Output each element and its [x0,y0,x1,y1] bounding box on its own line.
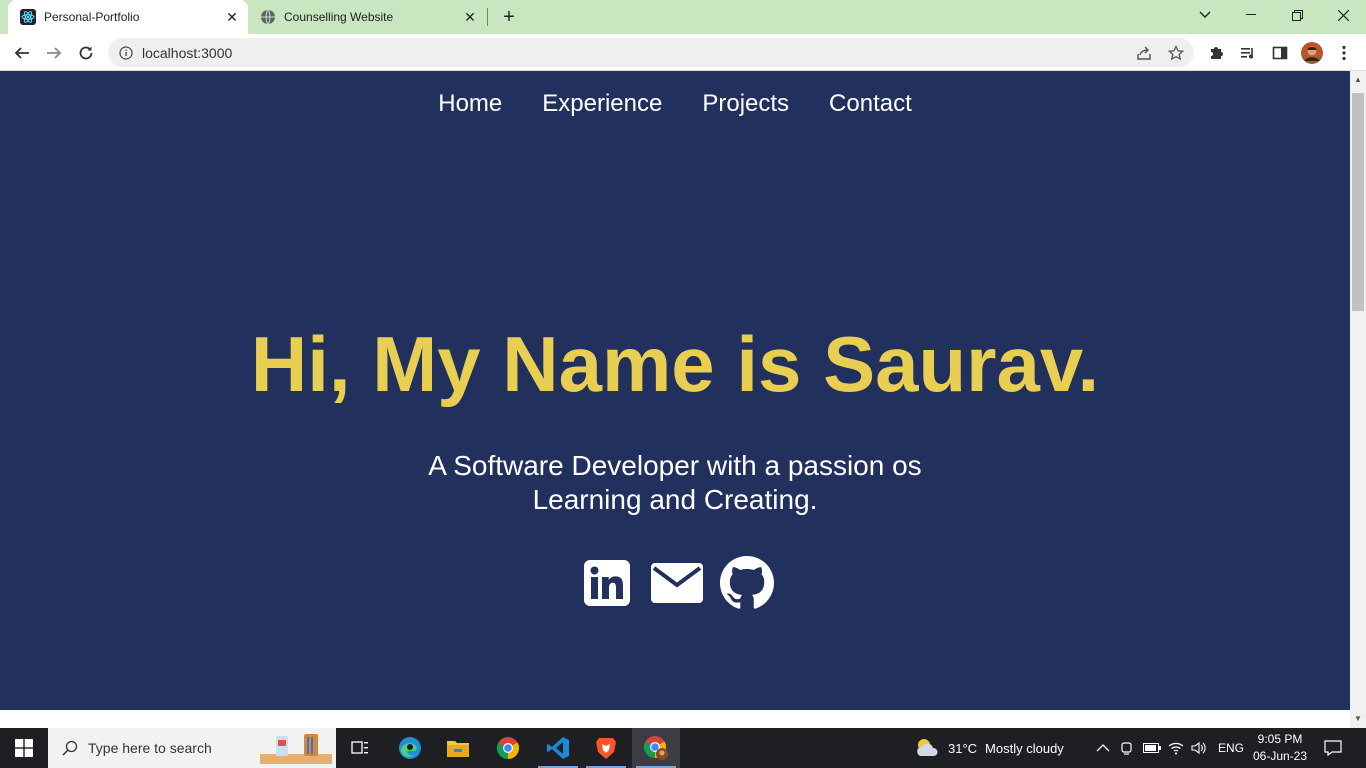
bookmark-star-icon[interactable] [1162,39,1190,67]
tab-title: Counselling Website [284,10,394,24]
close-tab-icon[interactable]: ✕ [222,7,242,27]
profile-avatar[interactable] [1298,39,1326,67]
site-info-icon[interactable] [118,45,134,61]
new-tab-button[interactable]: + [498,6,520,28]
task-view-icon[interactable] [336,728,384,768]
share-icon[interactable] [1130,39,1158,67]
clock-date: 06-Jun-23 [1252,749,1308,763]
nav-home-link[interactable]: Home [438,90,502,118]
taskbar-clock[interactable]: 9:05 PM 06-Jun-23 [1244,731,1316,765]
clock-time: 9:05 PM [1257,732,1303,746]
side-panel-icon[interactable] [1266,39,1294,67]
weather-widget[interactable]: 31°C Mostly cloudy [914,728,1064,768]
language-indicator[interactable]: ENG [1218,728,1244,768]
tab-title: Personal-Portfolio [44,10,140,24]
scroll-down-arrow-icon[interactable]: ▼ [1353,714,1363,724]
minimize-button[interactable] [1228,0,1274,30]
tab-search-chevron-icon[interactable] [1182,0,1228,30]
scroll-up-arrow-icon[interactable]: ▲ [1353,75,1363,85]
github-icon[interactable] [720,555,774,611]
notifications-icon[interactable] [1324,728,1342,768]
wifi-icon[interactable] [1168,728,1184,768]
react-favicon-icon [20,9,36,25]
nav-contact-link[interactable]: Contact [829,90,912,118]
volume-icon[interactable] [1191,728,1207,768]
brave-browser-icon[interactable] [582,728,630,768]
file-explorer-icon[interactable] [434,728,482,768]
reload-button[interactable] [72,39,100,67]
main-nav: Home Experience Projects Contact [0,90,1350,118]
search-highlight-illustration-icon [260,732,332,764]
browser-toolbar: localhost:3000 [0,34,1366,71]
linkedin-icon[interactable] [580,555,634,611]
forward-button[interactable] [40,39,68,67]
tab-separator [487,8,488,26]
close-tab-icon[interactable]: ✕ [460,7,480,27]
social-links [0,555,1350,611]
globe-icon [260,9,276,25]
taskbar-search-box[interactable]: Type here to search [48,728,336,768]
address-bar[interactable]: localhost:3000 [108,38,1194,67]
page-footer-strip [0,710,1350,728]
show-hidden-icons-chevron-icon[interactable] [1096,728,1110,768]
hero-subtitle-line-2: Learning and Creating. [532,484,818,515]
tab-personal-portfolio[interactable]: Personal-Portfolio ✕ [8,0,248,34]
extensions-puzzle-icon[interactable] [1202,39,1230,67]
page-scrollbar[interactable]: ▲ ▼ [1350,71,1366,728]
chrome-profile-icon[interactable] [632,728,680,768]
search-icon [60,740,80,756]
hero-heading: Hi, My Name is Saurav. [250,320,1100,408]
meet-now-icon[interactable] [1120,728,1134,768]
windows-start-button[interactable] [0,728,48,768]
portfolio-page: Home Experience Projects Contact Hi, My … [0,71,1350,710]
scroll-thumb[interactable] [1352,93,1364,311]
weather-description: Mostly cloudy [985,740,1064,756]
back-button[interactable] [8,39,36,67]
tab-counselling-website[interactable]: Counselling Website ✕ [250,0,486,34]
mail-icon[interactable] [650,555,704,611]
edge-browser-icon[interactable] [386,728,434,768]
restore-button[interactable] [1274,0,1320,30]
hero-subtitle: A Software Developer with a passion os L… [0,449,1350,517]
browser-tabstrip: Personal-Portfolio ✕ Counselling Website… [0,0,1366,34]
hero-subtitle-line-1: A Software Developer with a passion os [428,450,922,481]
nav-experience-link[interactable]: Experience [542,90,662,118]
url-text: localhost:3000 [142,44,233,61]
battery-icon[interactable] [1143,728,1161,768]
windows-taskbar: Type here to search 31°C Mostly cloudy E… [0,728,1366,768]
partly-cloudy-icon [914,736,942,760]
nav-projects-link[interactable]: Projects [702,90,789,118]
close-window-button[interactable] [1320,0,1366,30]
vscode-icon[interactable] [534,728,582,768]
chrome-icon[interactable] [484,728,532,768]
media-queue-icon[interactable] [1234,39,1262,67]
chrome-menu-icon[interactable] [1330,39,1358,67]
search-placeholder: Type here to search [88,740,212,756]
weather-temperature: 31°C [948,740,978,756]
